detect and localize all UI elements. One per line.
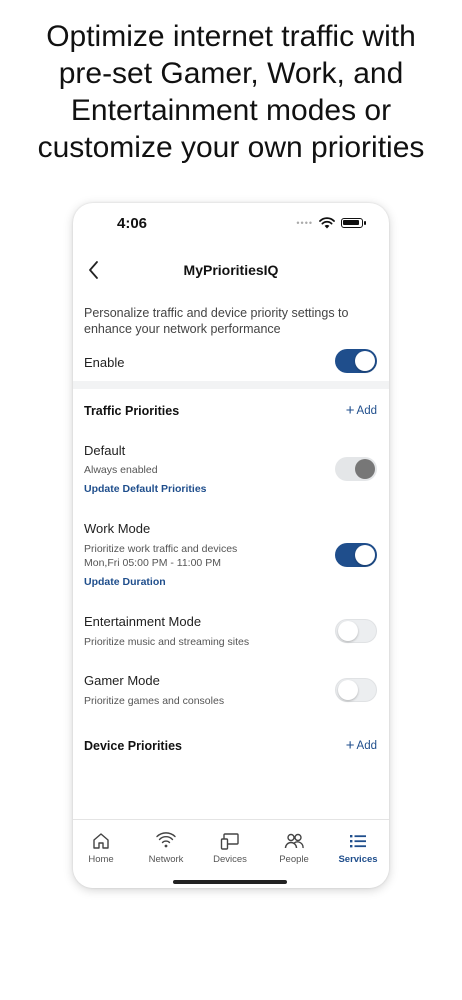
tab-network[interactable]: Network [136, 832, 196, 865]
headline: Optimize internet traffic with pre-set G… [0, 18, 462, 166]
gamer-mode-desc: Prioritize games and consoles [84, 695, 225, 707]
work-mode-schedule: Mon,Fri 05:00 PM - 11:00 PM [84, 557, 221, 569]
headline-line-3: Entertainment modes or [70, 94, 392, 127]
work-mode-title: Work Mode [84, 521, 151, 536]
gamer-mode-toggle[interactable] [335, 678, 377, 702]
gamer-mode-title: Gamer Mode [84, 673, 160, 688]
signal-dots-icon: •••• [296, 218, 313, 228]
devices-icon [220, 833, 239, 850]
tab-services-label: Services [338, 854, 378, 865]
tab-home-label: Home [88, 854, 114, 865]
page-title: MyPrioritiesIQ [183, 262, 279, 278]
wifi-icon [319, 217, 335, 229]
tab-bar: Home Network Devices People Services [73, 819, 389, 888]
people-icon [284, 833, 304, 849]
plus-icon: + [345, 402, 355, 419]
entertainment-mode-toggle[interactable] [335, 619, 377, 643]
battery-icon [341, 218, 366, 228]
update-duration-link[interactable]: Update Duration [84, 576, 166, 588]
section-divider [73, 381, 389, 389]
default-mode-title: Default [84, 443, 126, 458]
headline-line-4: customize your own priorities [37, 131, 425, 164]
traffic-add-button[interactable]: + Add [346, 402, 377, 419]
default-mode-desc: Always enabled [84, 464, 158, 476]
device-add-button[interactable]: + Add [346, 737, 377, 754]
home-indicator [173, 880, 287, 884]
enable-toggle[interactable] [335, 349, 377, 373]
intro-text: Personalize traffic and device priority … [84, 306, 349, 336]
device-add-label: Add [356, 740, 377, 752]
update-default-priorities-link[interactable]: Update Default Priorities [84, 483, 207, 495]
tab-people-label: People [279, 854, 309, 865]
tab-people[interactable]: People [264, 832, 324, 865]
list-icon [350, 835, 366, 848]
traffic-priorities-title: Traffic Priorities [84, 404, 180, 418]
device-priorities-title: Device Priorities [84, 739, 182, 753]
plus-icon: + [345, 737, 355, 754]
tab-services[interactable]: Services [328, 832, 388, 865]
wifi-icon [156, 832, 176, 848]
home-icon [93, 833, 109, 849]
tab-devices[interactable]: Devices [200, 832, 260, 865]
enable-label: Enable [84, 355, 125, 370]
phone-screen: 4:06 •••• MyPrioritiesIQ Personalize tra… [73, 203, 389, 888]
default-mode-toggle [335, 457, 377, 481]
status-icons: •••• [296, 217, 366, 229]
entertainment-mode-title: Entertainment Mode [84, 614, 202, 629]
headline-line-2: pre-set Gamer, Work, and [58, 57, 404, 90]
work-mode-toggle[interactable] [335, 543, 377, 567]
headline-line-1: Optimize internet traffic with [46, 20, 416, 53]
tab-home[interactable]: Home [73, 832, 131, 865]
entertainment-mode-desc: Prioritize music and streaming sites [84, 636, 250, 648]
status-time: 4:06 [117, 215, 148, 232]
work-mode-desc: Prioritize work traffic and devices [84, 543, 238, 555]
traffic-add-label: Add [356, 405, 377, 417]
tab-devices-label: Devices [213, 854, 247, 865]
tab-network-label: Network [148, 854, 184, 865]
